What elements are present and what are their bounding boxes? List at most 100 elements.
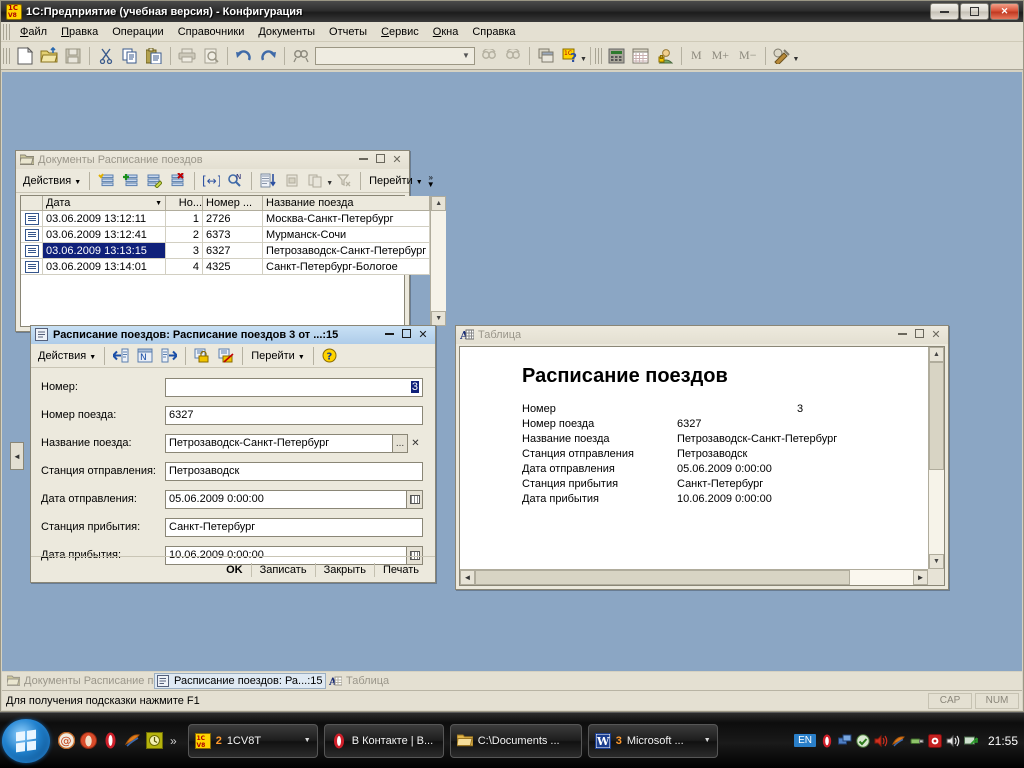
menu-windows[interactable]: Окна [426, 24, 466, 40]
menu-file[interactable]: Файл [13, 24, 54, 40]
table-titlebar[interactable]: A Таблица ✕ [456, 326, 948, 344]
opera-icon[interactable] [80, 732, 97, 749]
train-name-clear-button[interactable]: ✕ [408, 434, 423, 453]
post-group-dropdown-arrow-icon[interactable]: ▼ [326, 180, 333, 187]
record-icon[interactable] [928, 734, 942, 748]
scroll-up-icon[interactable]: ▲ [431, 196, 446, 211]
sort-icon[interactable] [257, 170, 279, 192]
chevron-down-icon[interactable]: ▼ [704, 737, 711, 744]
calculator-icon[interactable] [606, 45, 628, 67]
add-copy-icon[interactable] [119, 170, 141, 192]
documents-maximize-button[interactable] [374, 154, 386, 166]
help-1c-icon[interactable]: 1C? [559, 45, 581, 67]
opera-browser-icon[interactable] [102, 732, 119, 749]
new-document-icon[interactable] [14, 45, 36, 67]
user-icon[interactable] [654, 45, 676, 67]
window-tab-form[interactable]: Расписание поездов: Ра...:15 [154, 673, 326, 689]
column-header-number[interactable]: Номер ... [203, 196, 263, 211]
usb-icon[interactable] [910, 734, 924, 748]
menu-help[interactable]: Справка [465, 24, 522, 40]
documents-close-button[interactable]: ✕ [391, 154, 403, 166]
unpost-icon[interactable] [215, 345, 237, 367]
train-name-pick-button[interactable]: ... [393, 434, 408, 453]
table-row[interactable]: 03.06.2009 13:13:15 3 6327 Петрозаводск-… [21, 243, 430, 259]
scroll-thumb[interactable] [475, 570, 850, 585]
clear-filter-icon[interactable] [333, 170, 355, 192]
cut-scissors-icon[interactable] [95, 45, 117, 67]
calc-field-icon[interactable]: N [134, 345, 156, 367]
redo-icon[interactable] [257, 45, 279, 67]
print-icon[interactable] [176, 45, 198, 67]
ok-button[interactable]: OK [218, 562, 251, 578]
chevron-down-icon[interactable]: ▼ [304, 737, 311, 744]
find-next-icon[interactable] [502, 45, 524, 67]
antivirus-icon[interactable] [856, 734, 870, 748]
taskbar-button-vkontakte[interactable]: В Контакте | В... [324, 724, 444, 758]
save-icon[interactable] [62, 45, 84, 67]
find-icon[interactable] [290, 45, 312, 67]
edit-row-icon[interactable] [143, 170, 165, 192]
start-button[interactable] [2, 719, 50, 763]
input-train-number[interactable]: 6327 [165, 406, 423, 425]
opera-icon[interactable] [820, 734, 834, 748]
table-row[interactable]: 03.06.2009 13:12:11 1 2726 Москва-Санкт-… [21, 211, 430, 227]
input-arrival-station[interactable]: Санкт-Петербург [165, 518, 423, 537]
menu-reports[interactable]: Отчеты [322, 24, 374, 40]
toolbar-overflow-button[interactable]: »▼ [427, 174, 438, 188]
scroll-track[interactable] [850, 570, 913, 585]
table-vertical-scrollbar[interactable]: ▲ ▼ [928, 347, 944, 569]
scroll-track[interactable] [431, 211, 446, 311]
form-titlebar[interactable]: Расписание поездов: Расписание поездов 3… [31, 326, 435, 344]
copy-icon[interactable] [119, 45, 141, 67]
add-row-icon[interactable] [95, 170, 117, 192]
input-departure-station[interactable]: Петрозаводск [165, 462, 423, 481]
input-train-name[interactable]: Петрозаводск-Санкт-Петербург [165, 434, 393, 453]
help-icon[interactable]: ? [319, 345, 341, 367]
calendar-icon[interactable] [630, 45, 652, 67]
save-button[interactable]: Записать [252, 562, 315, 578]
form-actions-button[interactable]: Действия ▼ [34, 349, 100, 363]
language-indicator[interactable]: EN [794, 734, 816, 747]
documents-actions-button[interactable]: Действия ▼ [19, 174, 85, 188]
table-row[interactable]: 03.06.2009 13:12:41 2 6373 Мурманск-Сочи [21, 227, 430, 243]
clock-app-icon[interactable] [146, 732, 163, 749]
memory-recall-button[interactable]: M [686, 48, 707, 63]
taskbar-button-word[interactable]: W 3 Microsoft ... ▼ [588, 724, 718, 758]
memory-subtract-button[interactable]: M− [734, 48, 761, 63]
input-number[interactable]: 3 [165, 378, 423, 397]
menu-operations[interactable]: Операции [105, 24, 170, 40]
menu-documents[interactable]: Документы [251, 24, 322, 40]
table-close-button[interactable]: ✕ [930, 329, 942, 341]
close-button[interactable]: Закрыть [316, 562, 374, 578]
post-group-icon[interactable] [305, 170, 327, 192]
scroll-track[interactable] [929, 470, 944, 554]
delete-row-icon[interactable] [167, 170, 189, 192]
table-maximize-button[interactable] [913, 329, 925, 341]
memory-add-button[interactable]: M+ [707, 48, 734, 63]
taskbar-button-1cv8t[interactable]: 1CV8 2 1CV8T ▼ [188, 724, 318, 758]
sync-icon[interactable] [964, 734, 978, 748]
window-tab-table[interactable]: A Таблица [326, 673, 501, 689]
undo-icon[interactable] [233, 45, 255, 67]
firefox-icon[interactable] [124, 732, 141, 749]
menu-edit[interactable]: Правка [54, 24, 105, 40]
speaker-icon[interactable] [946, 734, 960, 748]
restore-button[interactable] [960, 3, 989, 20]
minimize-button[interactable] [930, 3, 959, 20]
menu-catalogs[interactable]: Справочники [171, 24, 252, 40]
windows-icon[interactable] [535, 45, 557, 67]
documents-minimize-button[interactable] [357, 154, 369, 166]
documents-list-titlebar[interactable]: Документы Расписание поездов ✕ [16, 151, 409, 169]
table-row[interactable]: 03.06.2009 13:14:01 4 4325 Санкт-Петербу… [21, 259, 430, 275]
form-maximize-button[interactable] [400, 329, 412, 341]
menubar-grip[interactable] [3, 24, 10, 40]
form-close-button[interactable]: ✕ [417, 329, 429, 341]
column-header-date[interactable]: Дата ▼ [43, 196, 166, 211]
find-prev-icon[interactable] [478, 45, 500, 67]
app-titlebar[interactable]: 1С:Предприятие (учебная версия) - Конфиг… [1, 1, 1023, 22]
print-button[interactable]: Печать [375, 562, 427, 578]
table-minimize-button[interactable] [896, 329, 908, 341]
column-header-no[interactable]: Но... [166, 196, 203, 211]
taskbar-button-explorer[interactable]: C:\Documents ... [450, 724, 582, 758]
scroll-right-icon[interactable]: ► [913, 570, 928, 585]
